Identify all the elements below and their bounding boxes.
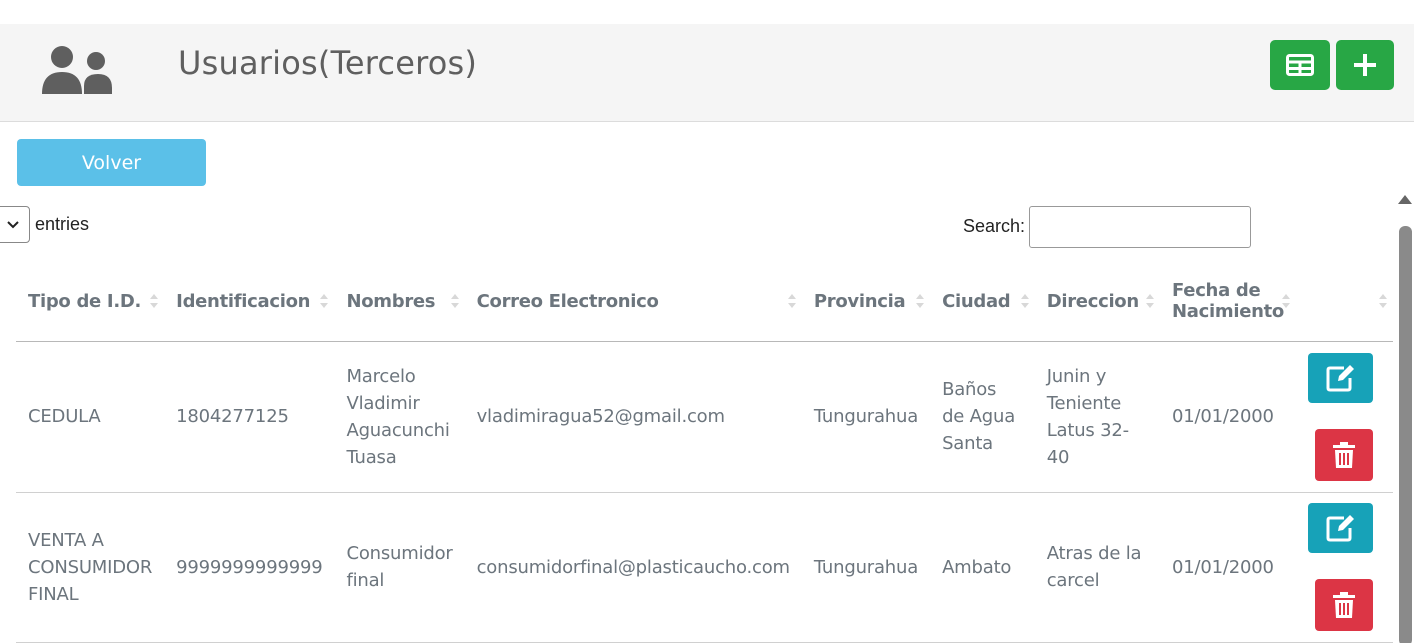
cell-identificacion: 9999999999999	[164, 492, 335, 643]
cell-nombres: Consumidor final	[334, 492, 465, 643]
edit-button[interactable]	[1308, 352, 1373, 403]
trash-icon	[1333, 592, 1355, 618]
cell-actions	[1296, 492, 1393, 643]
plus-icon	[1354, 54, 1376, 76]
scroll-up-arrow-icon[interactable]	[1398, 195, 1412, 204]
edit-icon	[1326, 515, 1354, 542]
scrollbar[interactable]	[1397, 190, 1414, 643]
back-button[interactable]: Volver	[17, 139, 206, 186]
table-row: CEDULA 1804277125 Marcelo Vladimir Aguac…	[16, 341, 1393, 493]
column-header-direccion[interactable]: Direccion	[1034, 262, 1161, 342]
column-header-identificacion[interactable]: Identificacion	[164, 262, 335, 342]
cell-fecha: 01/01/2000	[1160, 492, 1296, 643]
column-header-nombres[interactable]: Nombres	[334, 262, 465, 342]
column-header-fecha[interactable]: Fecha de Nacimiento	[1160, 262, 1296, 342]
cell-identificacion: 1804277125	[164, 341, 335, 493]
table-view-button[interactable]	[1270, 40, 1330, 90]
sort-icon	[1379, 292, 1387, 310]
cell-ciudad: Ambato	[930, 492, 1035, 643]
cell-provincia: Tungurahua	[801, 341, 931, 493]
column-header-provincia[interactable]: Provincia	[801, 262, 931, 342]
column-header-tipo[interactable]: Tipo de I.D.	[16, 262, 165, 342]
delete-button[interactable]	[1315, 428, 1373, 481]
sort-icon	[787, 292, 796, 310]
sort-icon	[150, 292, 159, 310]
sort-icon	[916, 292, 925, 310]
sort-icon	[450, 292, 459, 310]
cell-correo: vladimiragua52@gmail.com	[464, 341, 802, 493]
chevron-down-icon	[7, 220, 19, 228]
cell-nombres: Marcelo Vladimir Aguacunchi Tuasa	[334, 341, 465, 493]
sort-icon	[1020, 292, 1029, 310]
cell-fecha: 01/01/2000	[1160, 341, 1296, 493]
column-header-ciudad[interactable]: Ciudad	[930, 262, 1035, 342]
add-user-button[interactable]	[1336, 40, 1394, 90]
users-icon	[42, 46, 112, 94]
delete-button[interactable]	[1315, 579, 1373, 631]
cell-correo: consumidorfinal@plasticaucho.com	[464, 492, 802, 643]
page-header: Usuarios(Terceros)	[0, 24, 1414, 122]
cell-direccion: Atras de la carcel	[1034, 492, 1161, 643]
entries-select[interactable]	[0, 206, 30, 243]
cell-tipo: VENTA A CONSUMIDOR FINAL	[16, 492, 165, 643]
column-header-correo[interactable]: Correo Electronico	[464, 262, 802, 342]
cell-actions	[1296, 341, 1393, 493]
search-input[interactable]	[1029, 206, 1251, 248]
table-row: VENTA A CONSUMIDOR FINAL 9999999999999 C…	[16, 492, 1393, 643]
cell-direccion: Junin y Teniente Latus 32-40	[1034, 341, 1161, 493]
table-icon	[1286, 54, 1314, 76]
cell-tipo: CEDULA	[16, 341, 165, 493]
entries-label: entries	[35, 214, 90, 234]
cell-ciudad: Baños de Agua Santa	[930, 341, 1035, 493]
edit-button[interactable]	[1308, 503, 1373, 553]
table-header-row: Tipo de I.D. Identificacion Nombres Corr…	[16, 262, 1393, 342]
page-title: Usuarios(Terceros)	[178, 44, 478, 82]
cell-provincia: Tungurahua	[801, 492, 931, 643]
search-label: Search:	[963, 216, 1026, 236]
sort-icon	[1146, 292, 1155, 310]
users-table: Tipo de I.D. Identificacion Nombres Corr…	[16, 262, 1393, 643]
scroll-thumb[interactable]	[1399, 226, 1412, 643]
sort-icon	[320, 292, 329, 310]
edit-icon	[1326, 364, 1354, 391]
trash-icon	[1333, 441, 1355, 468]
column-header-actions[interactable]	[1296, 262, 1393, 342]
sort-icon	[1282, 292, 1290, 310]
